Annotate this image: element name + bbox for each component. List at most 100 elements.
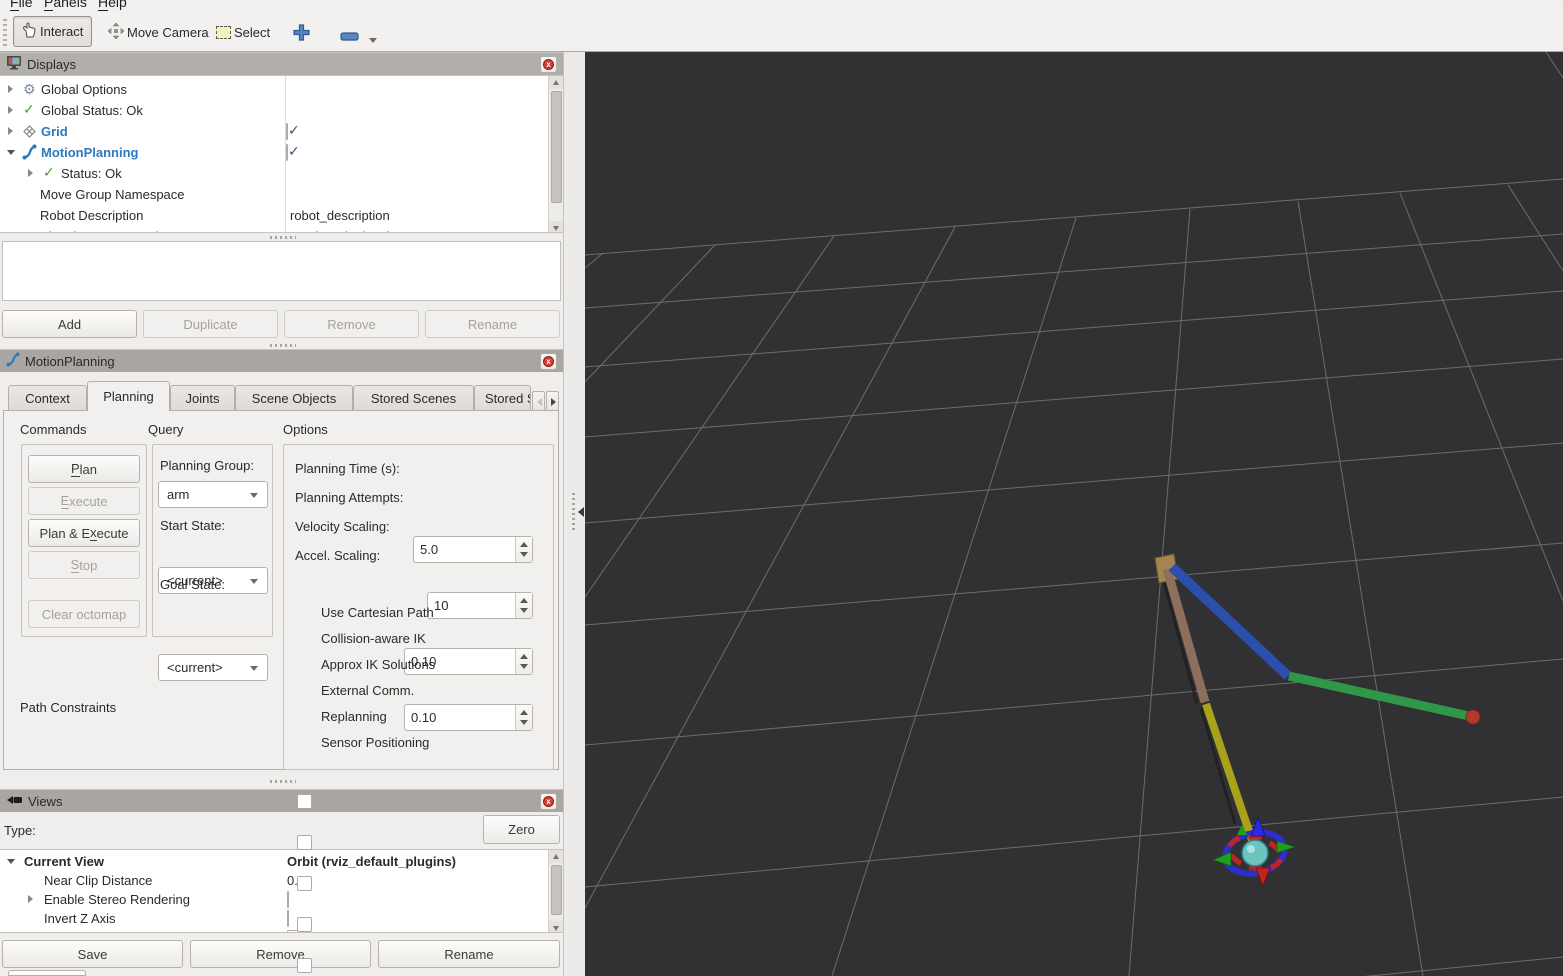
motionplanning-enabled-checkbox[interactable] bbox=[286, 144, 288, 161]
tree-row-global-status[interactable]: ✓ Global Status: Ok bbox=[0, 100, 548, 121]
collapse-panel-arrow-icon[interactable] bbox=[578, 507, 584, 517]
menu-help[interactable]: Help bbox=[98, 0, 127, 11]
views-scrollbar[interactable] bbox=[548, 850, 563, 932]
plan-and-execute-button[interactable]: Plan & Ex ecute bbox=[28, 519, 140, 547]
splitter-grip[interactable] bbox=[270, 236, 296, 239]
displays-panel-header[interactable]: Displays x bbox=[0, 52, 563, 75]
views-close-button[interactable]: x bbox=[540, 793, 557, 810]
tree-value[interactable]: monitored_planning_scene bbox=[290, 229, 446, 232]
tree-row-motionplanning[interactable]: MotionPlanning bbox=[0, 142, 548, 163]
duplicate-display-button[interactable]: Duplicate bbox=[143, 310, 278, 338]
motionplanning-panel-icon bbox=[6, 352, 20, 370]
rename-display-button[interactable]: Rename bbox=[425, 310, 560, 338]
goal-state-dropdown[interactable]: <current> bbox=[158, 654, 268, 681]
scroll-up-button[interactable] bbox=[549, 850, 563, 863]
stop-button[interactable]: Stop bbox=[28, 551, 140, 579]
tab-joints[interactable]: Joints bbox=[170, 385, 235, 411]
tree-row-enable-stereo-rendering[interactable]: Enable Stereo Rendering bbox=[0, 890, 548, 909]
expander-icon[interactable] bbox=[8, 127, 13, 135]
3d-viewport[interactable] bbox=[584, 51, 1563, 976]
tab-stored-states[interactable]: Stored States bbox=[474, 385, 531, 411]
scroll-thumb[interactable] bbox=[551, 865, 562, 915]
tree-row-near-clip-distance[interactable]: Near Clip Distance 0.01 bbox=[0, 871, 548, 890]
tab-planning[interactable]: Planning bbox=[87, 381, 170, 411]
zero-button[interactable]: Zero bbox=[483, 815, 560, 844]
tree-label: Global Options bbox=[41, 82, 127, 97]
select-tool-button[interactable]: Select bbox=[216, 20, 270, 44]
use-cartesian-path-checkbox[interactable] bbox=[297, 794, 312, 809]
planning-group-label: Planning Group: bbox=[160, 458, 254, 473]
add-display-button[interactable]: Add bbox=[2, 310, 137, 338]
remove-view-button[interactable]: Remove bbox=[190, 940, 371, 968]
menu-file[interactable]: File bbox=[10, 0, 33, 11]
splitter-grip[interactable] bbox=[270, 780, 296, 783]
scroll-down-button[interactable] bbox=[549, 921, 563, 932]
motionplanning-panel-header[interactable]: MotionPlanning x bbox=[0, 349, 563, 372]
expander-icon[interactable] bbox=[7, 859, 15, 864]
expander-icon[interactable] bbox=[8, 85, 13, 93]
check-ok-icon: ✓ bbox=[23, 101, 35, 117]
tree-row-status-ok[interactable]: ✓ Status: Ok bbox=[0, 163, 548, 184]
enable-stereo-checkbox[interactable] bbox=[287, 891, 289, 908]
splitter-grip[interactable] bbox=[270, 344, 296, 347]
tree-row-global-options[interactable]: ⚙ Global Options bbox=[0, 79, 548, 100]
save-view-button[interactable]: Save bbox=[2, 940, 183, 968]
tree-row-move-group-namespace[interactable]: Move Group Namespace bbox=[0, 184, 548, 205]
tab-stored-scenes[interactable]: Stored Scenes bbox=[353, 385, 474, 411]
marker-center-sphere[interactable] bbox=[1241, 839, 1269, 867]
expander-icon[interactable] bbox=[28, 169, 33, 177]
displays-scrollbar[interactable] bbox=[548, 76, 563, 232]
move-camera-tool-button[interactable]: Move Camera bbox=[107, 20, 209, 44]
expander-icon[interactable] bbox=[8, 106, 13, 114]
move-camera-icon bbox=[107, 22, 125, 42]
planning-time-spinbox[interactable]: 5.0 bbox=[413, 536, 533, 563]
displays-close-button[interactable]: x bbox=[540, 56, 557, 73]
execute-button[interactable]: Execute bbox=[28, 487, 140, 515]
tree-value[interactable]: robot_description bbox=[290, 208, 390, 223]
tool-options-caret-icon[interactable] bbox=[369, 38, 377, 43]
remove-tool-minus-button[interactable] bbox=[340, 29, 359, 44]
external-comm-checkbox[interactable] bbox=[297, 917, 312, 932]
menu-panels[interactable]: Panels bbox=[44, 0, 87, 11]
approx-ik-solutions-checkbox[interactable] bbox=[297, 876, 312, 891]
tree-label: Status: Ok bbox=[61, 166, 122, 181]
tab-context[interactable]: Context bbox=[8, 385, 87, 411]
planning-group-dropdown[interactable]: arm bbox=[158, 481, 268, 508]
motionplanning-close-button[interactable]: x bbox=[540, 353, 557, 370]
expander-icon[interactable] bbox=[7, 150, 15, 155]
interact-tool-button[interactable]: Interact bbox=[13, 16, 93, 47]
tab-scroll-left-button[interactable] bbox=[532, 391, 545, 411]
toolbar-grip[interactable] bbox=[3, 19, 7, 46]
grid-enabled-checkbox[interactable] bbox=[286, 123, 288, 140]
path-constraints-heading: Path Constraints bbox=[20, 700, 117, 715]
panel-splitter-handle[interactable] bbox=[572, 493, 575, 533]
tree-row-planning-scene-topic[interactable]: Planning Scene Topic monitored_planning_… bbox=[0, 226, 548, 232]
tree-label: Current View bbox=[24, 854, 104, 869]
expander-icon[interactable] bbox=[28, 895, 33, 903]
tree-row-invert-z-axis[interactable]: Invert Z Axis bbox=[0, 909, 548, 928]
rename-view-button[interactable]: Rename bbox=[378, 940, 560, 968]
views-panel-header[interactable]: Views x bbox=[0, 789, 563, 812]
scroll-down-button[interactable] bbox=[549, 221, 563, 232]
replanning-checkbox[interactable] bbox=[297, 958, 312, 973]
hand-cursor-icon bbox=[22, 22, 37, 41]
tab-scroll-right-button[interactable] bbox=[546, 391, 559, 411]
invert-z-checkbox[interactable] bbox=[287, 910, 289, 927]
tree-row-current-view[interactable]: Current View Orbit (rviz_default_plugins… bbox=[0, 852, 548, 871]
collision-aware-ik-checkbox[interactable] bbox=[297, 835, 312, 850]
menu-bar: File Panels Help bbox=[0, 0, 1563, 13]
scroll-thumb[interactable] bbox=[551, 91, 562, 203]
tree-row-robot-description[interactable]: Robot Description robot_description bbox=[0, 205, 548, 226]
clear-octomap-button[interactable]: Clear octomap bbox=[28, 600, 140, 628]
scroll-up-button[interactable] bbox=[549, 76, 563, 89]
motionplanning-panel-title: MotionPlanning bbox=[25, 353, 115, 369]
tree-row-grid[interactable]: Grid bbox=[0, 121, 548, 142]
remove-display-button[interactable]: Remove bbox=[284, 310, 419, 338]
replanning-label: Replanning bbox=[321, 709, 387, 724]
add-tool-plus-button[interactable] bbox=[293, 24, 310, 44]
planning-attempts-spinbox[interactable]: 10 bbox=[427, 592, 533, 619]
accel-scaling-spinbox[interactable]: 0.10 bbox=[404, 704, 533, 731]
options-heading: Options bbox=[283, 422, 328, 437]
tab-scene-objects[interactable]: Scene Objects bbox=[235, 385, 353, 411]
plan-button[interactable]: Plan bbox=[28, 455, 140, 483]
